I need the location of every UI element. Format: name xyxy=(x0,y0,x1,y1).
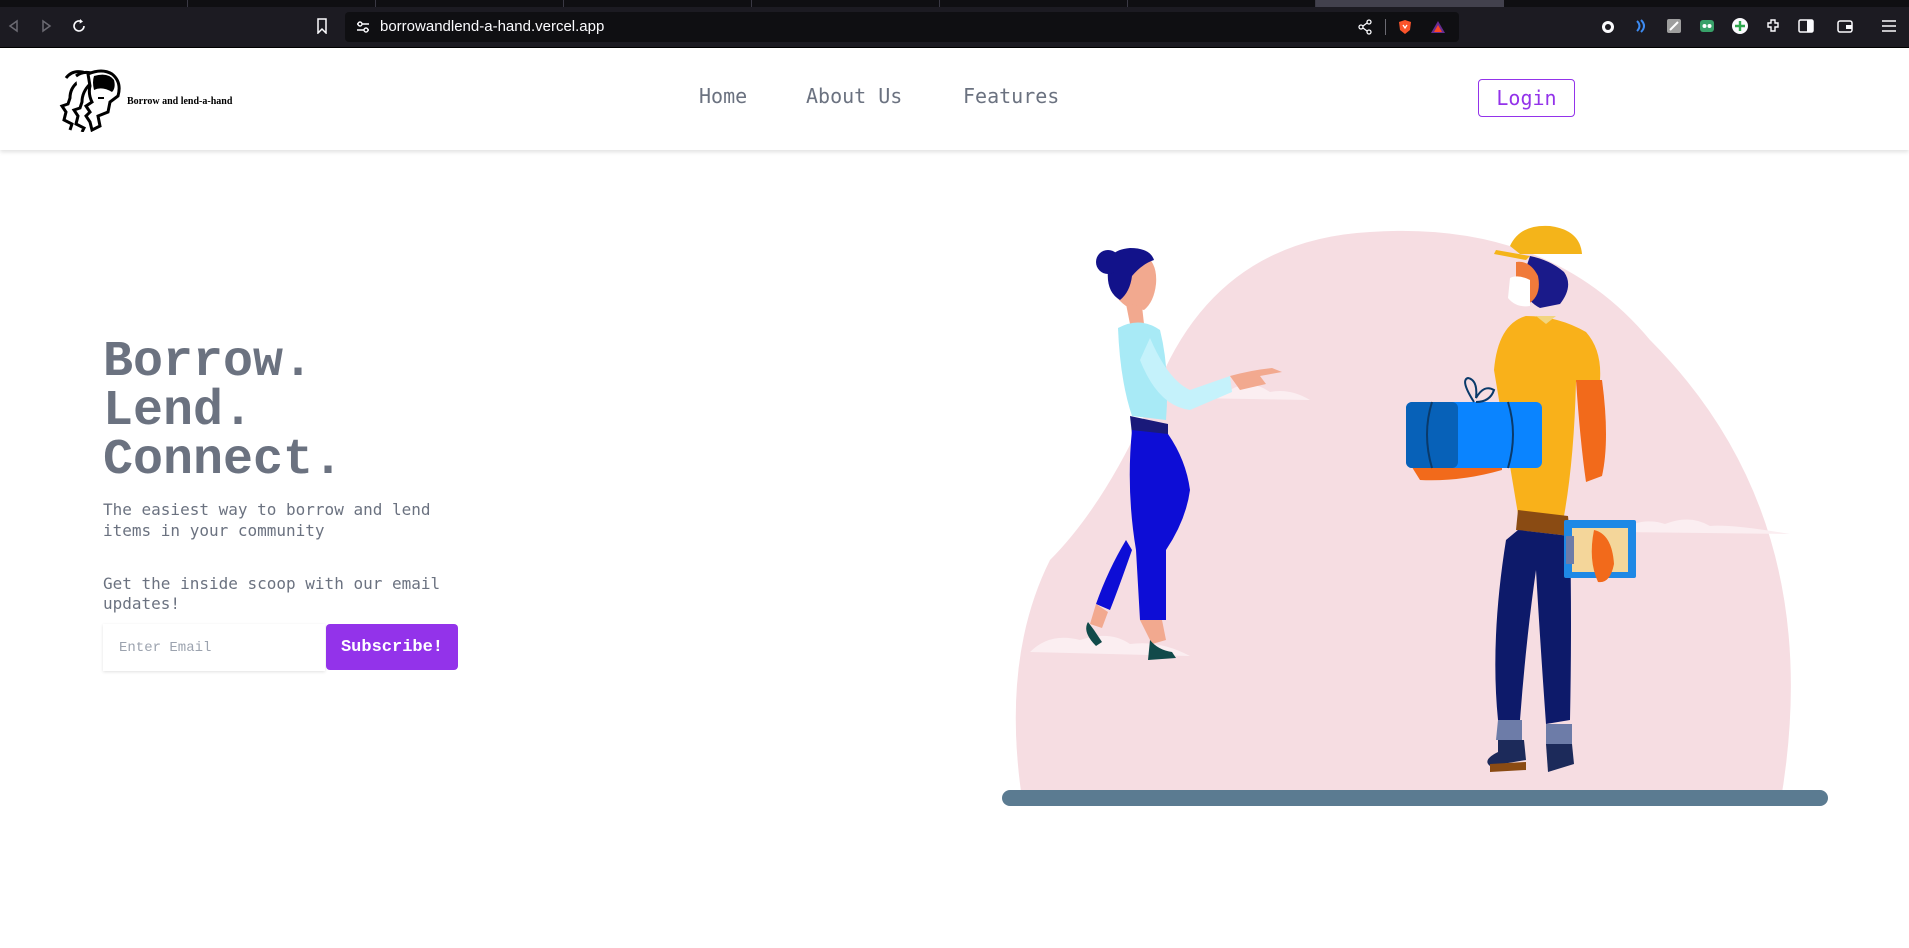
browser-toolbar: borrowandlend-a-hand.vercel.app xyxy=(0,0,1909,48)
brave-shield-icon[interactable] xyxy=(1397,19,1413,35)
hero-title-line: Lend. xyxy=(103,383,254,440)
tab[interactable] xyxy=(376,0,564,7)
tab-active[interactable] xyxy=(1316,0,1504,7)
ground xyxy=(1002,790,1828,806)
wallet-icon[interactable] xyxy=(1836,17,1854,35)
site-settings-icon[interactable] xyxy=(355,19,371,35)
hero-title-line: Borrow. xyxy=(103,334,314,391)
menu-icon[interactable] xyxy=(1880,17,1898,35)
hero-title: Borrow. Lend. Connect. xyxy=(103,334,344,489)
logo-icon[interactable] xyxy=(52,68,122,132)
login-button[interactable]: Login xyxy=(1478,79,1575,117)
extension-icon[interactable] xyxy=(1632,17,1650,35)
sidebar-icon[interactable] xyxy=(1797,17,1815,35)
email-input[interactable] xyxy=(103,624,325,671)
nav-about-us[interactable]: About Us xyxy=(806,84,902,108)
newsletter-prompt: Get the inside scoop with our email upda… xyxy=(103,574,441,613)
bookmark-icon[interactable] xyxy=(312,16,332,36)
tab-strip xyxy=(0,0,1909,7)
tab[interactable] xyxy=(752,0,940,7)
extension-icon[interactable] xyxy=(1599,17,1617,35)
nav-features[interactable]: Features xyxy=(963,84,1059,108)
tab[interactable] xyxy=(0,0,188,7)
rewards-icon[interactable] xyxy=(1430,19,1446,35)
brand-name[interactable]: Borrow and lend-a-hand xyxy=(127,96,232,107)
reload-icon[interactable] xyxy=(69,16,89,36)
hero-subtitle: The easiest way to borrow and lend items… xyxy=(103,500,431,540)
tab[interactable] xyxy=(1128,0,1316,7)
extension-icon[interactable] xyxy=(1764,17,1782,35)
nav-home[interactable]: Home xyxy=(699,84,747,108)
tab[interactable] xyxy=(940,0,1128,7)
subscribe-button[interactable]: Subscribe! xyxy=(326,624,458,670)
address-bar[interactable]: borrowandlend-a-hand.vercel.app xyxy=(345,12,1459,42)
extension-icon[interactable] xyxy=(1665,17,1683,35)
back-icon[interactable] xyxy=(4,16,24,36)
extension-icon[interactable] xyxy=(1731,17,1749,35)
hero-illustration xyxy=(1002,225,1828,806)
hero-title-line: Connect. xyxy=(103,432,344,489)
divider xyxy=(1385,19,1386,35)
share-icon[interactable] xyxy=(1357,19,1373,35)
extension-icon[interactable] xyxy=(1698,17,1716,35)
tab[interactable] xyxy=(188,0,376,7)
site-header: Borrow and lend-a-hand Home About Us Fea… xyxy=(0,48,1909,150)
url-text[interactable]: borrowandlend-a-hand.vercel.app xyxy=(380,18,604,35)
forward-icon[interactable] xyxy=(36,16,56,36)
tab[interactable] xyxy=(564,0,752,7)
